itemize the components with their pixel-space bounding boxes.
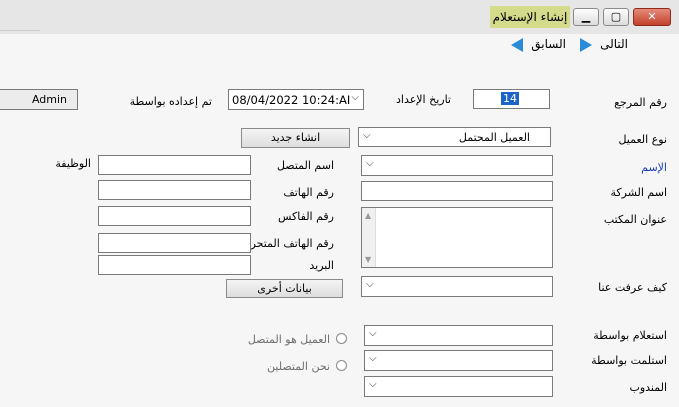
how-know-label: كيف عرفت عنا: [598, 281, 667, 294]
rep-label: المندوب: [629, 381, 667, 394]
we-contact-radio[interactable]: [336, 360, 347, 371]
client-is-contact-label: العميل هو المتصل: [247, 333, 330, 346]
close-icon: ✕: [647, 10, 657, 23]
phone-input[interactable]: [98, 180, 251, 200]
client-type-label: نوع العميل: [618, 133, 667, 146]
office-address-label: عنوان المكتب: [603, 213, 667, 226]
office-address-textarea[interactable]: ▲ ▼: [361, 207, 553, 268]
prep-date-label: تاريخ الإعداد: [395, 93, 451, 106]
fax-input[interactable]: [98, 206, 251, 226]
chevron-down-icon[interactable]: ⌵: [369, 379, 377, 390]
window-title: إنشاء الإستعلام: [490, 6, 570, 28]
we-contact-label: نحن المتصلين: [267, 360, 330, 373]
company-label: اسم الشركة: [610, 186, 667, 199]
create-new-button[interactable]: انشاء جديد: [241, 128, 350, 148]
previous-button[interactable]: السابق: [506, 36, 566, 52]
more-data-button[interactable]: بيانات أخرى: [226, 279, 343, 298]
client-is-contact-radio[interactable]: [336, 333, 347, 344]
minimize-button[interactable]: ▁: [573, 8, 599, 26]
minimize-icon: ▁: [581, 10, 591, 23]
prepared-by-label: تم إعداده بواسطة: [129, 95, 212, 108]
name-select[interactable]: ⌵: [361, 155, 553, 176]
mobile-input[interactable]: [98, 233, 251, 253]
maximize-button[interactable]: ▢: [603, 8, 629, 26]
name-label: الإسم: [641, 161, 667, 174]
company-input[interactable]: [361, 181, 553, 201]
arrow-right-icon: [580, 37, 593, 52]
received-by-label: استلمت بواسطة: [591, 354, 667, 367]
next-label: التالى: [600, 37, 628, 51]
next-button[interactable]: التالى: [578, 36, 628, 52]
more-data-label: بيانات أخرى: [257, 282, 312, 295]
ref-no-input[interactable]: 14: [473, 89, 550, 109]
prep-date-picker[interactable]: ⌵ 08/04/2022 10:24:AI: [228, 89, 364, 110]
prepared-by-value: Admin: [31, 93, 67, 106]
scroll-up-icon[interactable]: ▲: [365, 211, 371, 220]
email-input[interactable]: [98, 255, 251, 275]
close-button[interactable]: ✕: [633, 8, 671, 26]
chevron-down-icon[interactable]: ⌵: [363, 130, 371, 141]
mobile-label: رقم الهاتف المتحرك: [241, 237, 335, 250]
contact-name-label: اسم المتصل: [276, 159, 334, 172]
chevron-down-icon[interactable]: ⌵: [366, 158, 374, 169]
prep-date-value: 08/04/2022 10:24:AI: [232, 93, 351, 107]
chevron-down-icon[interactable]: ⌵: [351, 92, 359, 103]
inquiry-by-select[interactable]: ⌵: [364, 325, 553, 346]
previous-label: السابق: [531, 37, 566, 51]
divider: [0, 30, 40, 31]
vertical-scrollbar[interactable]: ▲ ▼: [362, 208, 376, 267]
email-label: البريد: [309, 259, 334, 272]
job-label: الوظيفة: [55, 157, 91, 170]
maximize-icon: ▢: [610, 10, 622, 23]
scroll-down-icon[interactable]: ▼: [365, 255, 371, 264]
rep-select[interactable]: ⌵: [364, 376, 553, 397]
arrow-left-icon: [511, 37, 524, 52]
chevron-down-icon[interactable]: ⌵: [369, 353, 377, 364]
how-know-select[interactable]: ⌵: [361, 276, 553, 297]
phone-label: رقم الهاتف: [283, 186, 334, 199]
prepared-by-field: Admin: [0, 89, 78, 110]
contact-name-input[interactable]: [98, 155, 251, 175]
ref-no-value: 14: [501, 92, 519, 105]
client-type-select[interactable]: ⌵ العميل المحتمل: [358, 127, 551, 147]
received-by-select[interactable]: ⌵: [364, 350, 553, 371]
chevron-down-icon[interactable]: ⌵: [369, 328, 377, 339]
ref-no-label: رقم المرجع: [614, 96, 667, 109]
create-new-label: انشاء جديد: [270, 131, 321, 144]
chevron-down-icon[interactable]: ⌵: [366, 279, 374, 290]
fax-label: رقم الفاكس: [278, 210, 334, 223]
inquiry-by-label: استعلام بواسطة: [593, 329, 667, 342]
client-type-value: العميل المحتمل: [458, 131, 530, 144]
